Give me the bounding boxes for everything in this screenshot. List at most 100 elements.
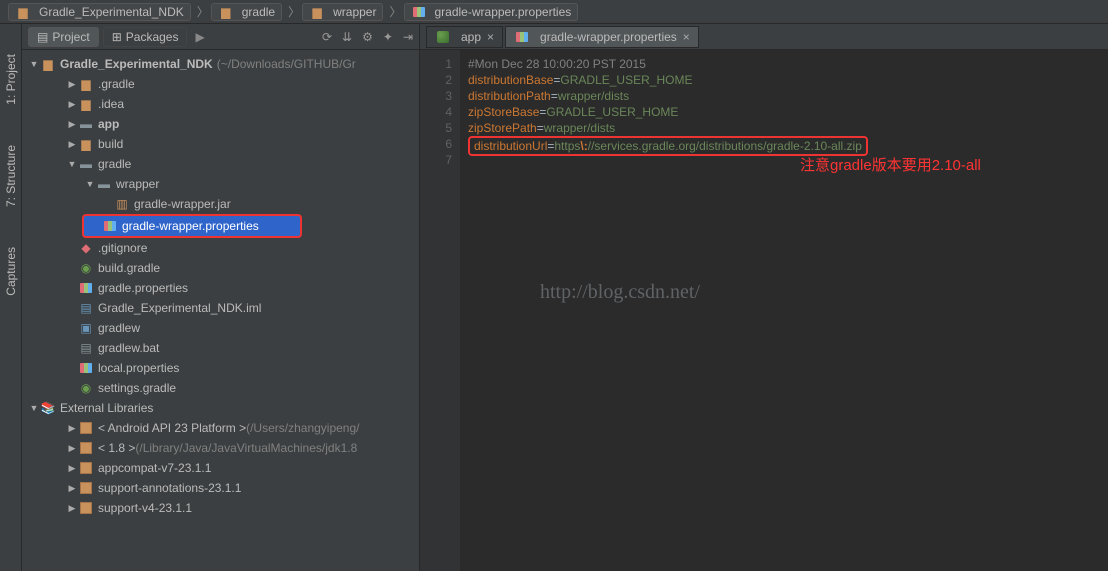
- expand-arrow-icon[interactable]: ▶: [66, 99, 78, 110]
- code-comment: #Mon Dec 28 10:00:20 PST 2015: [468, 57, 646, 71]
- expand-arrow-icon[interactable]: ▼: [84, 179, 96, 189]
- expand-arrow-icon[interactable]: ▶: [66, 79, 78, 90]
- code-editor[interactable]: 1234567 #Mon Dec 28 10:00:20 PST 2015 di…: [420, 50, 1108, 571]
- external-libraries-node[interactable]: ▼ 📚 External Libraries: [22, 398, 419, 418]
- tree-label: support-v4-23.1.1: [98, 501, 192, 515]
- tree-row[interactable]: ▶▆.idea: [22, 94, 419, 114]
- tree-row[interactable]: local.properties: [22, 358, 419, 378]
- tree-row[interactable]: ▥ gradle-wrapper.jar: [22, 194, 419, 214]
- project-icon: ▤: [37, 30, 48, 44]
- project-view-tab[interactable]: ▤Project: [28, 27, 99, 47]
- editor-tab-properties[interactable]: gradle-wrapper.properties×: [505, 26, 699, 48]
- tree-label: build.gradle: [98, 261, 160, 275]
- expand-arrow-icon[interactable]: ▼: [28, 59, 40, 69]
- tree-row[interactable]: ▼▬gradle: [22, 154, 419, 174]
- packages-view-tab[interactable]: ⊞Packages: [103, 27, 188, 47]
- tree-row[interactable]: ▶ support-annotations-23.1.1: [22, 478, 419, 498]
- sidebar-tool-project[interactable]: 1: Project: [4, 54, 18, 105]
- scroll-to-source-icon[interactable]: ⟳: [322, 30, 332, 44]
- sidebar-tool-captures[interactable]: Captures: [4, 247, 18, 296]
- folder-icon: ▆: [309, 5, 325, 19]
- hide-icon[interactable]: ⇥: [403, 30, 413, 44]
- tree-row[interactable]: ◉ build.gradle: [22, 258, 419, 278]
- highlighted-line: distributionUrl=https\://services.gradle…: [468, 136, 868, 156]
- project-tree[interactable]: ▼ ▆ Gradle_Experimental_NDK (~/Downloads…: [22, 50, 419, 571]
- library-icon: [78, 461, 94, 475]
- tree-row[interactable]: ▼▬wrapper: [22, 174, 419, 194]
- tree-row[interactable]: ▤Gradle_Experimental_NDK.iml: [22, 298, 419, 318]
- collapse-all-icon[interactable]: ⇊: [342, 30, 352, 44]
- tree-label: support-annotations-23.1.1: [98, 481, 241, 495]
- app-icon: [435, 30, 451, 44]
- expand-arrow-icon[interactable]: ▶: [66, 139, 78, 150]
- tree-label: gradle.properties: [98, 281, 188, 295]
- tree-root[interactable]: ▼ ▆ Gradle_Experimental_NDK (~/Downloads…: [22, 54, 419, 74]
- shell-icon: ▣: [78, 321, 94, 335]
- breadcrumb-item-root[interactable]: ▆Gradle_Experimental_NDK: [8, 3, 191, 21]
- properties-icon: [411, 5, 427, 19]
- tree-row[interactable]: ▶< 1.8 > (/Library/Java/JavaVirtualMachi…: [22, 438, 419, 458]
- code-content[interactable]: #Mon Dec 28 10:00:20 PST 2015 distributi…: [460, 50, 1108, 571]
- packages-icon: ⊞: [112, 30, 122, 44]
- tree-label: gradle-wrapper.jar: [134, 197, 231, 211]
- tree-label: gradle-wrapper.properties: [122, 219, 259, 233]
- tree-row[interactable]: ▶< Android API 23 Platform > (/Users/zha…: [22, 418, 419, 438]
- tree-row[interactable]: ◉settings.gradle: [22, 378, 419, 398]
- autoscroll-icon[interactable]: ✦: [383, 30, 393, 44]
- tree-row[interactable]: ▶ support-v4-23.1.1: [22, 498, 419, 518]
- gradle-icon: ◉: [78, 381, 94, 395]
- properties-icon: [102, 219, 118, 233]
- tree-row[interactable]: ▶▬ app: [22, 114, 419, 134]
- tree-row[interactable]: ▶ appcompat-v7-23.1.1: [22, 458, 419, 478]
- settings-gear-icon[interactable]: ⚙: [362, 30, 373, 44]
- expand-arrow-icon[interactable]: ▶: [66, 463, 78, 474]
- expand-arrow-icon[interactable]: ▶: [66, 443, 78, 454]
- watermark-text: http://blog.csdn.net/: [540, 284, 700, 300]
- expand-arrow-icon[interactable]: ▶: [66, 483, 78, 494]
- tree-row[interactable]: ▤gradlew.bat: [22, 338, 419, 358]
- tree-label: .gitignore: [98, 241, 147, 255]
- expand-arrow-icon[interactable]: ▶: [66, 423, 78, 434]
- breadcrumb-item-file[interactable]: gradle-wrapper.properties: [404, 3, 579, 21]
- library-icon: [78, 481, 94, 495]
- annotation-text: 注意gradle版本要用2.10-all: [800, 158, 981, 174]
- jar-icon: ▥: [114, 197, 130, 211]
- editor-area: app× gradle-wrapper.properties× 1234567 …: [420, 24, 1108, 571]
- editor-tab-app[interactable]: app×: [426, 26, 503, 48]
- properties-icon: [78, 361, 94, 375]
- tree-label: < Android API 23 Platform >: [98, 421, 246, 435]
- expand-arrow-icon[interactable]: ▼: [66, 159, 78, 169]
- library-group-icon: 📚: [40, 401, 56, 415]
- breadcrumb-item-wrapper[interactable]: ▆wrapper: [302, 3, 383, 21]
- view-dropdown-arrow[interactable]: ▶: [195, 30, 204, 44]
- sidebar-tool-structure[interactable]: 7: Structure: [4, 145, 18, 207]
- tree-row[interactable]: ▶▆build: [22, 134, 419, 154]
- tree-row[interactable]: gradle.properties: [22, 278, 419, 298]
- library-icon: [78, 421, 94, 435]
- tool-window-strip: 1: Project 7: Structure Captures: [0, 24, 22, 571]
- gitignore-icon: ◆: [78, 241, 94, 255]
- properties-icon: [78, 281, 94, 295]
- tree-row[interactable]: ▶▆.gradle: [22, 74, 419, 94]
- tree-row[interactable]: ◆ .gitignore: [22, 238, 419, 258]
- tree-hint: (~/Downloads/GITHUB/Gr: [217, 57, 356, 71]
- module-folder-icon: ▬: [78, 117, 94, 131]
- folder-icon: ▆: [15, 5, 31, 19]
- tree-hint: (/Library/Java/JavaVirtualMachines/jdk1.…: [135, 441, 357, 455]
- folder-closed-icon: ▆: [78, 137, 94, 151]
- project-panel-tabs: ▤Project ⊞Packages ▶ ⟳ ⇊ ⚙ ✦ ⇥: [22, 24, 419, 50]
- tree-label: app: [98, 117, 119, 131]
- tree-row[interactable]: ▣ gradlew: [22, 318, 419, 338]
- breadcrumb-item-gradle[interactable]: ▆gradle: [211, 3, 282, 21]
- expand-arrow-icon[interactable]: ▶: [66, 503, 78, 514]
- breadcrumb-bar: ▆Gradle_Experimental_NDK 〉 ▆gradle 〉 ▆wr…: [0, 0, 1108, 24]
- tree-row[interactable]: gradle-wrapper.properties: [82, 214, 302, 238]
- module-icon: ▆: [40, 57, 56, 71]
- tree-label: appcompat-v7-23.1.1: [98, 461, 211, 475]
- close-icon[interactable]: ×: [487, 30, 494, 44]
- expand-arrow-icon[interactable]: ▼: [28, 403, 40, 413]
- gradle-icon: ◉: [78, 261, 94, 275]
- expand-arrow-icon[interactable]: ▶: [66, 119, 78, 130]
- tree-label: gradlew: [98, 321, 140, 335]
- close-icon[interactable]: ×: [683, 30, 690, 44]
